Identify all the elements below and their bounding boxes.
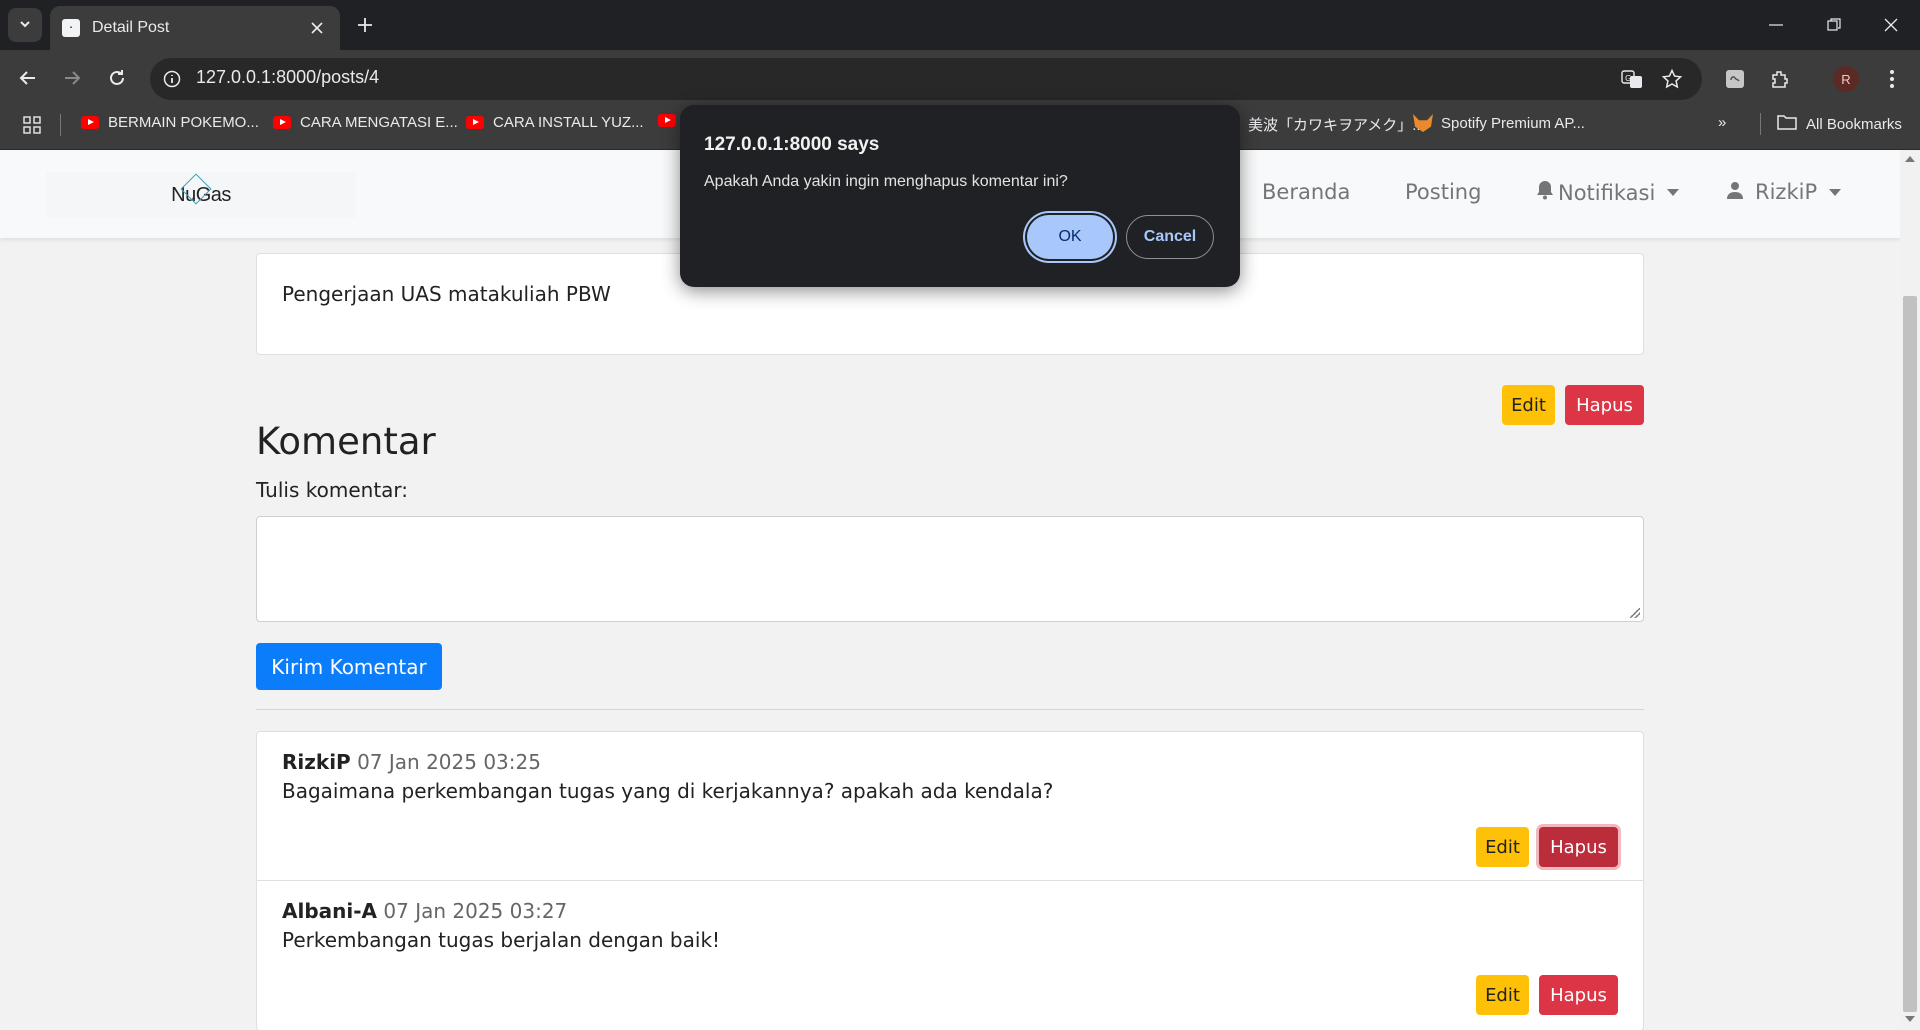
nav-link-label: Beranda <box>1262 180 1351 204</box>
caret-down-icon <box>1667 189 1680 196</box>
reload-icon <box>110 70 124 85</box>
extension-puzzle-icon[interactable] <box>1717 61 1753 97</box>
bookmark-label: Spotify Premium AP... <box>1441 114 1585 132</box>
browser-tabstrip: ▪ Detail Post <box>0 0 1920 50</box>
user-icon <box>1727 180 1743 204</box>
youtube-icon <box>81 116 99 129</box>
comment-header: RizkiP 07 Jan 2025 03:25 <box>282 750 541 774</box>
bookmark-label: CARA MENGATASI E... <box>300 114 458 131</box>
site-info-icon[interactable] <box>154 61 190 97</box>
minimize-button[interactable] <box>1747 0 1805 50</box>
dialog-title: 127.0.0.1:8000 says <box>704 134 880 155</box>
double-chevron-right-icon: » <box>1718 114 1727 131</box>
bookmark-label: 美波「カワキヲアメク」... <box>1248 117 1425 134</box>
window-close-button[interactable] <box>1862 0 1920 50</box>
bookmark-item[interactable]: Spotify Premium AP... <box>1413 114 1585 132</box>
comment-edit-button[interactable]: Edit <box>1476 975 1529 1015</box>
nav-user-menu[interactable]: RizkiP <box>1727 180 1842 204</box>
comment-edit-button[interactable]: Edit <box>1476 827 1529 867</box>
scroll-up-icon[interactable] <box>1905 156 1915 162</box>
kebab-menu-icon[interactable] <box>1874 61 1910 97</box>
restore-icon <box>1827 18 1841 31</box>
url-text[interactable]: 127.0.0.1:8000/posts/4 <box>196 67 379 88</box>
bell-icon <box>1536 180 1554 205</box>
extensions-icon[interactable] <box>1762 61 1798 97</box>
comment-author: RizkiP <box>282 750 351 774</box>
comment-input-label: Tulis komentar: <box>256 478 409 502</box>
fox-icon <box>1413 114 1433 132</box>
bookmark-item[interactable]: 美波「カワキヲアメク」... <box>1248 114 1425 135</box>
reload-button[interactable] <box>99 60 135 96</box>
brand-logo[interactable]: NuGas <box>46 172 356 218</box>
nav-link-posting[interactable]: Posting <box>1405 180 1481 204</box>
arrow-right-icon <box>65 71 81 85</box>
restore-button[interactable] <box>1805 0 1863 50</box>
comment-text: Bagaimana perkembangan tugas yang di ker… <box>282 779 1054 803</box>
dialog-message: Apakah Anda yakin ingin menghapus koment… <box>704 173 1068 190</box>
profile-avatar[interactable]: R <box>1833 66 1859 92</box>
new-tab-button[interactable] <box>350 10 380 40</box>
comment-delete-button[interactable]: Hapus <box>1539 827 1618 867</box>
post-body-text: Pengerjaan UAS matakuliah PBW <box>282 282 611 306</box>
comment-divider <box>257 880 1643 881</box>
favicon-icon: ▪ <box>62 19 80 37</box>
address-bar[interactable] <box>150 58 1702 100</box>
youtube-icon <box>658 114 676 127</box>
scrollbar-thumb[interactable] <box>1903 296 1917 1012</box>
comments-title: Komentar <box>256 420 436 463</box>
nav-link-beranda[interactable]: Beranda <box>1262 180 1350 204</box>
arrow-left-icon <box>19 71 35 85</box>
nav-link-notifikasi[interactable]: Notifikasi <box>1536 180 1680 205</box>
close-icon[interactable] <box>306 17 328 39</box>
youtube-icon <box>273 116 291 129</box>
tab-title: Detail Post <box>92 19 170 36</box>
caret-down-icon <box>1829 188 1842 196</box>
all-bookmarks-button[interactable]: All Bookmarks <box>1777 114 1902 134</box>
close-icon <box>1884 18 1898 32</box>
dialog-cancel-button[interactable]: Cancel <box>1126 215 1214 259</box>
scroll-down-icon[interactable] <box>1905 1016 1915 1022</box>
post-edit-button[interactable]: Edit <box>1502 385 1555 425</box>
resize-grip-icon[interactable] <box>1630 608 1640 618</box>
all-bookmarks-label: All Bookmarks <box>1806 115 1902 133</box>
svg-text:G: G <box>1625 74 1631 83</box>
submit-comment-button[interactable]: Kirim Komentar <box>256 643 442 690</box>
youtube-icon <box>466 116 484 129</box>
comment-textarea[interactable] <box>256 516 1644 622</box>
back-button[interactable] <box>10 60 46 96</box>
bookmark-item[interactable]: BERMAIN POKEMO... <box>81 114 259 131</box>
comment-time: 07 Jan 2025 03:27 <box>383 899 568 923</box>
nav-link-label: Posting <box>1405 180 1482 204</box>
tab-search-button[interactable] <box>8 8 42 42</box>
comment-header: Albani-A 07 Jan 2025 03:27 <box>282 899 567 923</box>
divider <box>256 709 1644 710</box>
comment-author: Albani-A <box>282 899 378 923</box>
translate-icon[interactable]: G <box>1614 61 1650 97</box>
post-delete-button[interactable]: Hapus <box>1565 385 1644 425</box>
nav-link-label: RizkiP <box>1755 180 1818 204</box>
bookmarks-separator <box>60 114 61 136</box>
bookmarks-separator <box>1760 113 1761 135</box>
dialog-ok-button[interactable]: OK <box>1027 215 1113 259</box>
bookmark-item[interactable]: CARA INSTALL YUZ... <box>466 114 644 131</box>
bookmark-label: CARA INSTALL YUZ... <box>493 114 644 131</box>
plus-icon <box>358 18 372 32</box>
comment-delete-button[interactable]: Hapus <box>1539 975 1618 1015</box>
more-bookmarks-button[interactable]: » <box>1718 114 1726 131</box>
minimize-icon <box>1769 24 1783 26</box>
bookmark-star-icon[interactable] <box>1654 61 1690 97</box>
comment-time: 07 Jan 2025 03:25 <box>357 750 541 774</box>
forward-button[interactable] <box>54 60 90 96</box>
bookmark-item[interactable]: CARA MENGATASI E... <box>273 114 458 131</box>
browser-tab-active[interactable]: ▪ Detail Post <box>50 6 340 50</box>
nav-link-label: Notifikasi <box>1558 180 1656 205</box>
folder-icon <box>1777 114 1797 134</box>
chevron-down-icon <box>18 16 32 35</box>
apps-grid-icon[interactable] <box>14 107 50 143</box>
confirm-dialog: 127.0.0.1:8000 says Apakah Anda yakin in… <box>680 105 1240 287</box>
comment-text: Perkembangan tugas berjalan dengan baik! <box>282 928 721 952</box>
bookmark-label: BERMAIN POKEMO... <box>108 114 259 131</box>
